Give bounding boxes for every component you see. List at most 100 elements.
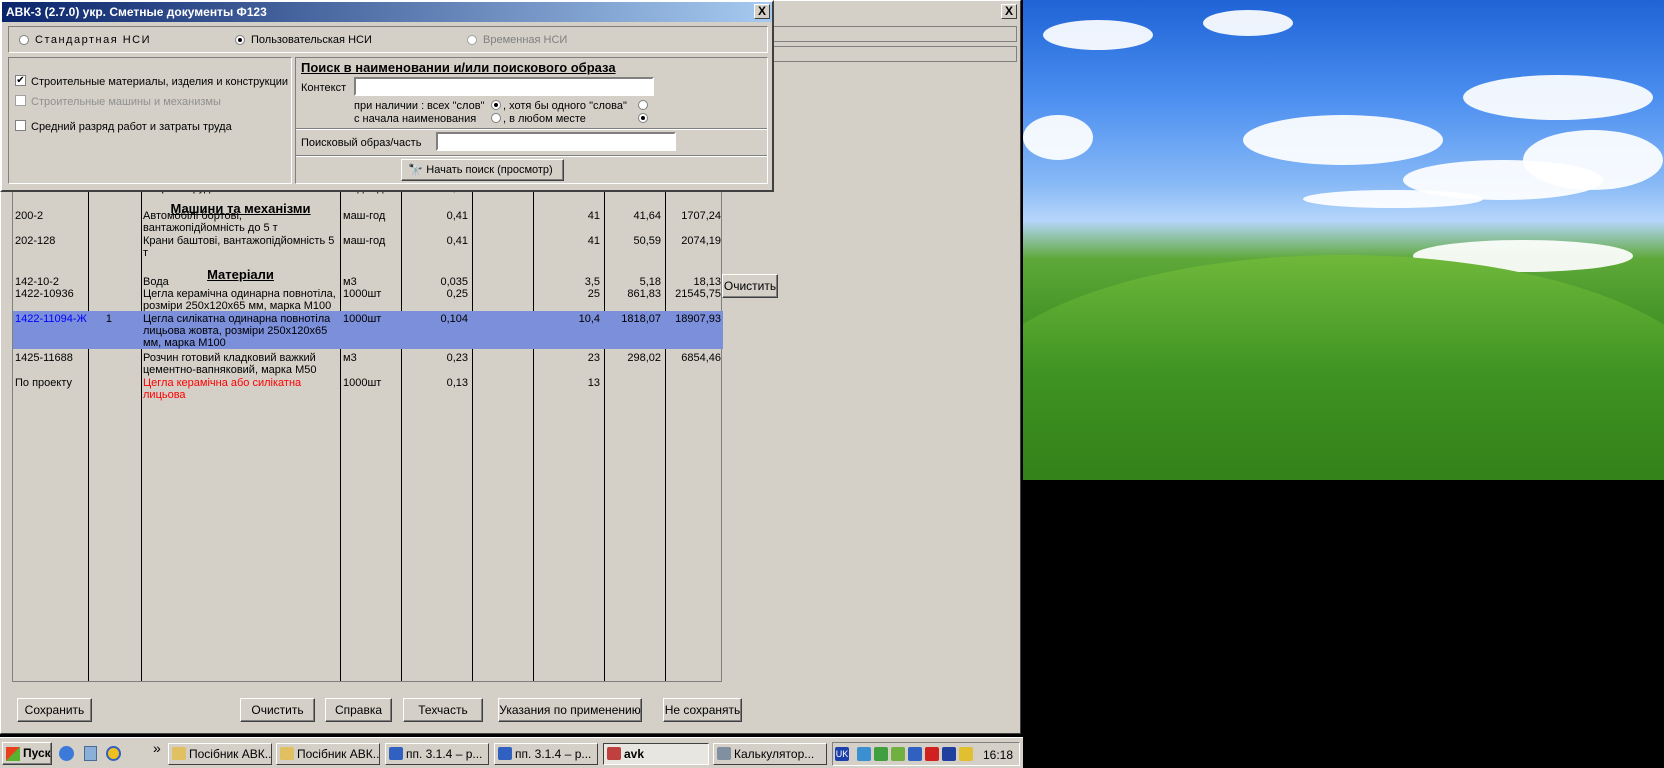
row-unit[interactable]: 1000шт	[343, 377, 399, 389]
row-code[interactable]: 1422-10936	[15, 288, 87, 300]
clear-button[interactable]: Очистить	[240, 698, 315, 722]
row-sum[interactable]: 18,13	[667, 276, 721, 288]
search-image-input[interactable]	[436, 132, 676, 151]
row-total[interactable]: 13	[535, 377, 600, 389]
row-norm[interactable]: 0,13	[403, 377, 468, 389]
row-code[interactable]: По проекту	[15, 377, 87, 389]
row-name[interactable]: Розчин готовий кладковий важкий цементно…	[143, 352, 338, 376]
nsi-panel: Стандартная НСИ Пользовательская НСИ Вре…	[8, 26, 768, 53]
row-total[interactable]: 23	[535, 352, 600, 364]
display-icon[interactable]	[942, 747, 956, 761]
row-price[interactable]: 1818,07	[606, 313, 661, 325]
update-icon[interactable]	[891, 747, 905, 761]
row-total[interactable]: 41	[535, 235, 600, 247]
side-clear-button[interactable]: Очистить	[722, 274, 778, 298]
row-price[interactable]: 298,02	[606, 352, 661, 364]
antivirus-icon[interactable]	[925, 747, 939, 761]
row-norm[interactable]: 0,41	[403, 210, 468, 222]
quicklaunch-overflow[interactable]: »	[153, 741, 161, 755]
taskbar-task[interactable]: пп. 3.1.4 – р...	[385, 743, 489, 765]
bluetooth-icon[interactable]	[908, 747, 922, 761]
row-unit[interactable]: м3	[343, 352, 399, 364]
nsi-temp-radio[interactable]	[467, 35, 477, 45]
from-start-radio[interactable]	[491, 113, 501, 123]
network-icon[interactable]	[857, 747, 871, 761]
row-name[interactable]: Цегла керамічна одинарна повнотіла, розм…	[143, 288, 338, 312]
taskbar-task[interactable]: Посібник АВК...	[276, 743, 380, 765]
dialog-close-button[interactable]: X	[754, 4, 770, 19]
taskbar-task[interactable]: Посібник АВК...	[168, 743, 272, 765]
usage-instructions-button[interactable]: Указания по применению	[498, 698, 642, 722]
row-sum[interactable]: 1707,24	[667, 210, 721, 222]
anywhere-radio[interactable]	[638, 113, 648, 123]
volume-icon[interactable]	[959, 747, 973, 761]
row-total[interactable]: 10,4	[535, 313, 600, 325]
task-label: пп. 3.1.4 – р...	[515, 747, 592, 761]
row-name[interactable]: Вода	[143, 276, 338, 288]
row-unit[interactable]: 1000шт	[343, 288, 399, 300]
row-price[interactable]: 861,83	[606, 288, 661, 300]
estimate-grid[interactable]: Витрати труда машиністів люд-год 0,82 82…	[12, 181, 723, 682]
row-code[interactable]: 142-10-2	[15, 276, 87, 288]
row-sum[interactable]: 2074,19	[667, 235, 721, 247]
nsi-standard-radio[interactable]	[19, 35, 29, 45]
row-total[interactable]: 25	[535, 288, 600, 300]
row-price[interactable]: 5,18	[606, 276, 661, 288]
taskbar-task[interactable]: пп. 3.1.4 – р...	[494, 743, 598, 765]
row-code[interactable]: 202-128	[15, 235, 87, 247]
row-code[interactable]: 200-2	[15, 210, 87, 222]
row-norm[interactable]: 0,41	[403, 235, 468, 247]
row-name[interactable]: Цегла керамічна або силікатна лицьова	[143, 377, 338, 401]
row-price[interactable]: 50,59	[606, 235, 661, 247]
save-button[interactable]: Сохранить	[17, 698, 92, 722]
task-app-icon	[717, 747, 731, 760]
anywhere-label: , в любом месте	[503, 113, 586, 125]
taskbar-task[interactable]: avk	[603, 743, 709, 765]
nsi-temp-label: Временная НСИ	[483, 34, 568, 46]
help-button[interactable]: Справка	[325, 698, 392, 722]
row-norm[interactable]: 0,035	[403, 276, 468, 288]
row-name[interactable]: Автомобілі бортові, вантажопідйомність д…	[143, 210, 338, 234]
context-input[interactable]	[354, 77, 654, 96]
language-indicator[interactable]: UK	[835, 747, 849, 761]
row-total[interactable]: 3,5	[535, 276, 600, 288]
row-norm[interactable]: 0,23	[403, 352, 468, 364]
row-code[interactable]: 1425-11688	[15, 352, 87, 364]
taskbar-task[interactable]: Калькулятор...	[713, 743, 827, 765]
row-price[interactable]: 41,64	[606, 210, 661, 222]
row-name[interactable]: Цегла силікатна одинарна повнотіла лицьо…	[143, 313, 338, 349]
row-unit[interactable]: маш-год	[343, 210, 399, 222]
row-sum[interactable]: 21545,75	[667, 288, 721, 300]
machines-checkbox[interactable]	[15, 95, 26, 106]
no-save-button[interactable]: Не сохранять	[663, 698, 742, 722]
ie-icon[interactable]	[59, 746, 74, 761]
row-code[interactable]: 1422-11094-Ж	[15, 313, 87, 325]
all-words-radio[interactable]	[491, 100, 501, 110]
row-unit[interactable]: м3	[343, 276, 399, 288]
document-icon[interactable]	[84, 746, 97, 761]
main-close-button[interactable]: X	[1001, 4, 1017, 19]
taskbar: Пуск » Посібник АВК... Посібник АВК... пп.…	[0, 737, 1023, 768]
tech-part-button[interactable]: Техчасть	[403, 698, 483, 722]
task-app-icon	[172, 747, 186, 760]
all-words-label: всех "слов"	[427, 100, 485, 112]
row-sum[interactable]: 6854,46	[667, 352, 721, 364]
any-word-radio[interactable]	[638, 100, 648, 110]
start-search-button[interactable]: 🔭 Начать поиск (просмотр)	[401, 159, 564, 181]
start-button[interactable]: Пуск	[2, 742, 52, 765]
task-label: avk	[624, 747, 645, 761]
nsi-user-radio[interactable]	[235, 35, 245, 45]
row-mark[interactable]: 1	[90, 313, 112, 325]
materials-checkbox[interactable]: ✔	[15, 75, 26, 86]
search-image-label: Поисковый образ/часть	[301, 137, 422, 149]
row-sum[interactable]: 18907,93	[667, 313, 721, 325]
row-unit[interactable]: маш-год	[343, 235, 399, 247]
row-norm[interactable]: 0,25	[403, 288, 468, 300]
row-name[interactable]: Крани баштові, вантажопідйомність 5 т	[143, 235, 338, 259]
row-norm[interactable]: 0,104	[403, 313, 468, 325]
labor-checkbox[interactable]	[15, 120, 26, 131]
row-unit[interactable]: 1000шт	[343, 313, 399, 325]
media-player-icon[interactable]	[106, 746, 121, 761]
row-total[interactable]: 41	[535, 210, 600, 222]
security-icon[interactable]	[874, 747, 888, 761]
